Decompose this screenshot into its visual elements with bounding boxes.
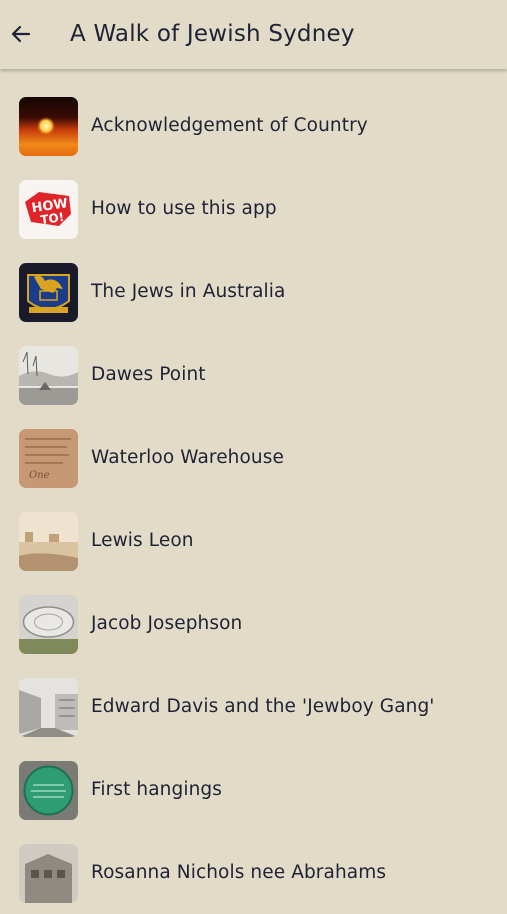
- list-item-label: Rosanna Nichols nee Abrahams: [91, 862, 387, 883]
- arrow-left-icon: [11, 25, 31, 43]
- kangaroo-crest-thumbnail: [19, 263, 78, 322]
- list-item-acknowledgement[interactable]: Acknowledgement of Country: [0, 84, 507, 167]
- list-item-label: Waterloo Warehouse: [91, 447, 284, 468]
- old-building-thumbnail: [19, 844, 78, 903]
- green-plaque-thumbnail: [19, 761, 78, 820]
- painting-thumbnail: [19, 512, 78, 571]
- list-item-lewis-leon[interactable]: Lewis Leon: [0, 499, 507, 582]
- list-item-label: Edward Davis and the 'Jewboy Gang': [91, 696, 435, 717]
- app-bar: A Walk of Jewish Sydney: [0, 0, 507, 69]
- list-item-label: Jacob Josephson: [91, 613, 243, 634]
- list-item-label: Dawes Point: [91, 364, 206, 385]
- list-item-edward-davis[interactable]: Edward Davis and the 'Jewboy Gang': [0, 665, 507, 748]
- list-item-label: Lewis Leon: [91, 530, 194, 551]
- sketch-harbour-thumbnail: [19, 346, 78, 405]
- fountain-thumbnail: [19, 595, 78, 654]
- svg-text:One: One: [29, 470, 50, 481]
- back-button[interactable]: [6, 17, 36, 51]
- page-title: A Walk of Jewish Sydney: [70, 21, 355, 47]
- list-item-dawes-point[interactable]: Dawes Point: [0, 333, 507, 416]
- list-item-waterloo-warehouse[interactable]: One Waterloo Warehouse: [0, 416, 507, 499]
- how-to-thumbnail: HOW TO!: [19, 180, 78, 239]
- parchment-thumbnail: One: [19, 429, 78, 488]
- street-etching-thumbnail: [19, 678, 78, 737]
- list-item-label: The Jews in Australia: [91, 281, 286, 302]
- list-item-jacob-josephson[interactable]: Jacob Josephson: [0, 582, 507, 665]
- chapter-list: Acknowledgement of Country HOW TO! How t…: [0, 84, 507, 914]
- list-item-label: How to use this app: [91, 198, 277, 219]
- list-item-rosanna-nichols[interactable]: Rosanna Nichols nee Abrahams: [0, 831, 507, 914]
- list-item-how-to[interactable]: HOW TO! How to use this app: [0, 167, 507, 250]
- list-item-label: Acknowledgement of Country: [91, 115, 368, 136]
- list-item-label: First hangings: [91, 779, 222, 800]
- list-item-jews-in-australia[interactable]: The Jews in Australia: [0, 250, 507, 333]
- sunset-thumbnail: [19, 97, 78, 156]
- list-item-first-hangings[interactable]: First hangings: [0, 748, 507, 831]
